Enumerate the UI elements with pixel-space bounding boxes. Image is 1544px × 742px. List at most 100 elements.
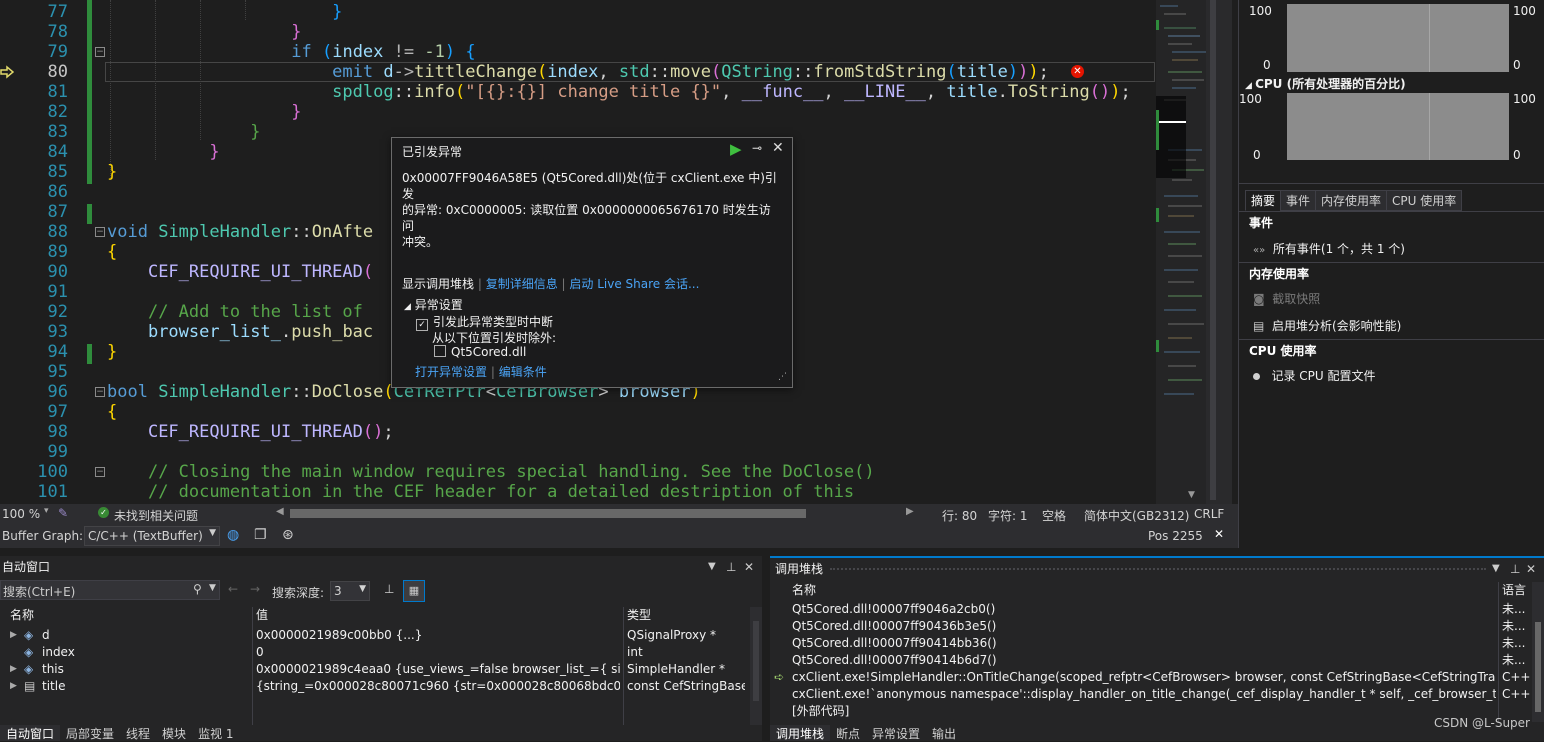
fold-toggle-icon[interactable]: − (95, 387, 105, 397)
view-toggle-icon[interactable]: ▦ (403, 580, 425, 602)
stack-frame-row[interactable]: Qt5Cored.dll!00007ff9046a2cb0() 未... (770, 601, 1530, 618)
show-call-stack-link[interactable]: 显示调用堆栈 (402, 277, 474, 291)
stack-frame-row[interactable]: cxClient.exe!`anonymous namespace'::disp… (770, 686, 1530, 703)
vertical-scrollbar[interactable] (750, 607, 762, 725)
error-icon[interactable]: ✕ (1071, 65, 1084, 78)
cpu-chart[interactable] (1287, 93, 1509, 160)
stack-frame-row[interactable]: ➪ cxClient.exe!SimpleHandler::OnTitleCha… (770, 669, 1530, 686)
edit-conditions-link[interactable]: 编辑条件 (499, 365, 547, 379)
expand-icon[interactable]: ▶ (10, 678, 17, 695)
start-live-share-link[interactable]: 启动 Live Share 会话... (569, 277, 699, 291)
tab-watch-1[interactable]: 监视 1 (192, 725, 239, 741)
exception-settings-links: 打开异常设置 | 编辑条件 (415, 365, 547, 379)
vertical-scrollbar[interactable] (1532, 582, 1544, 722)
table-row[interactable]: ◈ index 0 int (0, 644, 746, 661)
tab-memory-usage[interactable]: 内存使用率 (1315, 190, 1388, 211)
autos-search-input[interactable]: 搜索(Ctrl+E) ⚲ ▼ (0, 580, 220, 600)
variable-value[interactable]: 0x0000021989c00bb0 {...} (256, 627, 620, 644)
take-snapshot-button[interactable]: ◙ 截取快照 (1253, 290, 1320, 307)
variable-type: SimpleHandler * (627, 662, 726, 676)
column-header-type[interactable]: 类型 (627, 607, 651, 624)
checkbox-unchecked-icon[interactable] (434, 345, 446, 357)
tab-autos[interactable]: 自动窗口 (0, 725, 61, 741)
resize-grip-icon[interactable]: ⋰ (778, 372, 787, 382)
search-depth-select[interactable]: 3 ▼ (330, 581, 370, 601)
events-item[interactable]: «» 所有事件(1 个，共 1 个) (1253, 240, 1405, 257)
continue-icon[interactable]: ▶ (730, 140, 742, 158)
column-position[interactable]: 字符: 1 (988, 507, 1028, 524)
column-header-value[interactable]: 值 (256, 607, 268, 624)
column-header-name[interactable]: 名称 (792, 582, 816, 599)
panel-menu-icon[interactable]: ▼ (708, 556, 716, 578)
scroll-down-icon[interactable]: ▼ (1188, 490, 1200, 500)
stack-frame-row[interactable]: [外部代码] (770, 703, 1530, 720)
variable-value[interactable]: 0x0000021989c4eaa0 {use_views_=false bro… (256, 661, 620, 678)
zoom-level[interactable]: 100 % (2, 507, 40, 521)
undock-icon[interactable]: ⊸ (752, 141, 762, 155)
variable-value[interactable]: 0 (256, 644, 620, 661)
search-icon[interactable]: ⚲ (193, 582, 202, 596)
line-position[interactable]: 行: 80 (942, 507, 977, 524)
record-cpu-profile-button[interactable]: 记录 CPU 配置文件 (1253, 367, 1375, 384)
tab-locals[interactable]: 局部变量 (60, 725, 120, 741)
close-icon[interactable]: ✕ (744, 556, 754, 578)
chevron-down-icon[interactable]: ▼ (209, 583, 216, 593)
tab-call-stack[interactable]: 调用堆栈 (770, 725, 831, 741)
scroll-left-icon[interactable]: ◀ (276, 506, 284, 517)
intellicode-icon[interactable]: ✎ (58, 506, 68, 520)
settings-graph-icon[interactable]: ⊛ (282, 527, 294, 543)
table-row[interactable]: ▶ ▤ title {string_=0x000028c80071c960 {s… (0, 678, 746, 695)
file-encoding[interactable]: 简体中文(GB2312) (1084, 507, 1189, 524)
stack-frame-row[interactable]: Qt5Cored.dll!00007ff90436b3e5() 未... (770, 618, 1530, 635)
stack-frame-row[interactable]: Qt5Cored.dll!00007ff90414b6d7() 未... (770, 652, 1530, 669)
open-exception-settings-link[interactable]: 打开异常设置 (415, 365, 487, 379)
collapse-icon[interactable]: ◢ (404, 302, 411, 312)
tab-exception-settings[interactable]: 异常设置 (866, 725, 926, 741)
whitespace-mode[interactable]: 空格 (1042, 507, 1066, 524)
pin-icon[interactable]: ⊥ (726, 556, 736, 578)
panel-menu-icon[interactable]: ▼ (1492, 558, 1500, 580)
horizontal-scrollbar-thumb[interactable] (290, 509, 806, 518)
copy-details-link[interactable]: 复制详细信息 (486, 277, 558, 291)
tab-threads[interactable]: 线程 (120, 725, 156, 741)
search-placeholder: 搜索(Ctrl+E) (3, 585, 76, 599)
forward-arrow-icon[interactable]: → (250, 582, 260, 596)
tab-modules[interactable]: 模块 (156, 725, 192, 741)
refresh-graph-icon[interactable]: ◍ (227, 527, 239, 543)
line-endings[interactable]: CRLF (1194, 507, 1224, 521)
expand-icon[interactable]: ▶ (10, 627, 17, 644)
checkbox-checked-icon[interactable]: ✓ (416, 319, 428, 331)
memory-chart[interactable] (1287, 4, 1509, 72)
buffer-graph-select[interactable]: C/C++ (TextBuffer) ▼ (84, 526, 220, 546)
tab-cpu-usage[interactable]: CPU 使用率 (1386, 190, 1463, 211)
fold-toggle-icon[interactable]: − (95, 47, 105, 57)
column-header-language[interactable]: 语言 (1502, 582, 1526, 599)
tab-summary[interactable]: 摘要 (1245, 190, 1282, 211)
fold-toggle-icon[interactable]: − (95, 227, 105, 237)
chevron-down-icon[interactable]: ▾ (44, 506, 49, 516)
cpu-chart-title[interactable]: ◢ CPU (所有处理器的百分比) (1245, 75, 1406, 92)
tab-events[interactable]: 事件 (1280, 190, 1317, 211)
close-icon[interactable]: ✕ (1526, 558, 1536, 580)
scroll-right-icon[interactable]: ▶ (906, 506, 914, 517)
pin-icon[interactable]: ⊥ (1510, 558, 1520, 580)
module-exception-checkbox[interactable]: Qt5Cored.dll (434, 345, 526, 359)
column-header-name[interactable]: 名称 (10, 607, 34, 624)
code-minimap[interactable]: ▼ (1156, 0, 1232, 504)
fold-toggle-icon[interactable]: − (95, 467, 105, 477)
tab-output[interactable]: 输出 (926, 725, 962, 741)
expand-icon[interactable]: ▶ (10, 661, 17, 678)
table-row[interactable]: ▶ ◈ this 0x0000021989c4eaa0 {use_views_=… (0, 661, 746, 678)
exception-settings-section[interactable]: ◢ 异常设置 (404, 296, 463, 313)
pin-column-icon[interactable]: ⊥ (384, 582, 394, 596)
close-icon[interactable]: ✕ (772, 140, 784, 156)
copy-graph-icon[interactable]: ❐ (254, 527, 267, 543)
close-icon[interactable]: ✕ (1214, 527, 1224, 541)
tab-breakpoints[interactable]: 断点 (830, 725, 866, 741)
variable-value[interactable]: {string_=0x000028c80071c960 {str=0x00002… (256, 678, 620, 695)
back-arrow-icon[interactable]: ← (228, 582, 238, 596)
issues-status[interactable]: 未找到相关问题 (114, 507, 198, 524)
table-row[interactable]: ▶ ◈ d 0x0000021989c00bb0 {...} QSignalPr… (0, 627, 746, 644)
stack-frame-row[interactable]: Qt5Cored.dll!00007ff90414bb36() 未... (770, 635, 1530, 652)
enable-heap-profiling-button[interactable]: ▤ 启用堆分析(会影响性能) (1253, 317, 1401, 334)
